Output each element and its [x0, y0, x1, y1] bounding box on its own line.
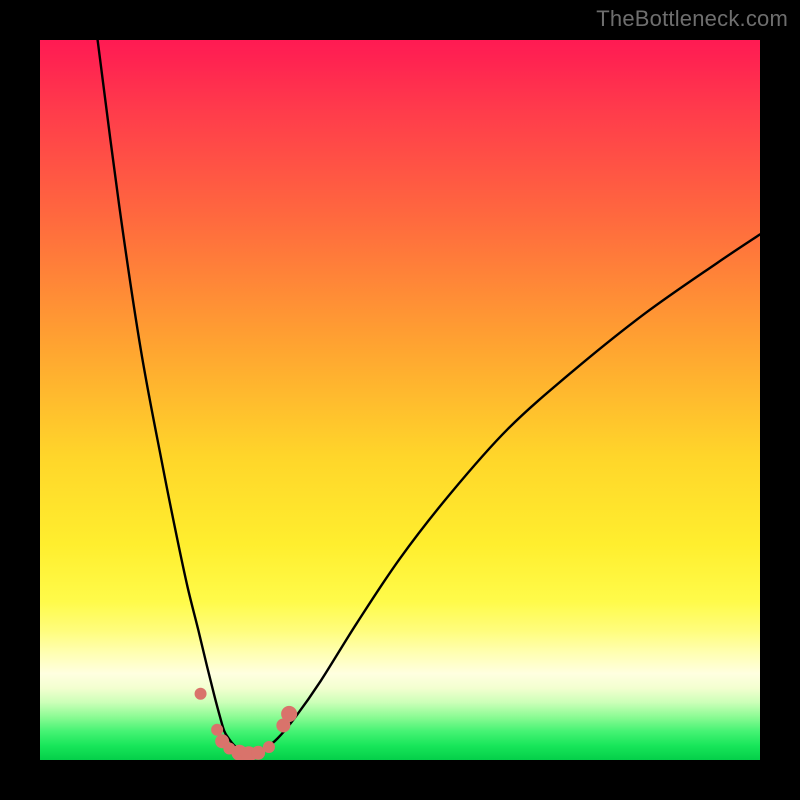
marker-dot: [211, 724, 223, 736]
bottleneck-curve: [98, 40, 760, 754]
left-curve-path: [98, 40, 253, 754]
watermark-text: TheBottleneck.com: [596, 6, 788, 32]
curve-layer: [40, 40, 760, 760]
marker-dot: [263, 741, 275, 753]
chart-frame: TheBottleneck.com: [0, 0, 800, 800]
plot-area: [40, 40, 760, 760]
right-curve-path: [252, 234, 760, 754]
marker-group: [195, 688, 298, 760]
marker-dot: [195, 688, 207, 700]
marker-dot: [281, 706, 297, 722]
